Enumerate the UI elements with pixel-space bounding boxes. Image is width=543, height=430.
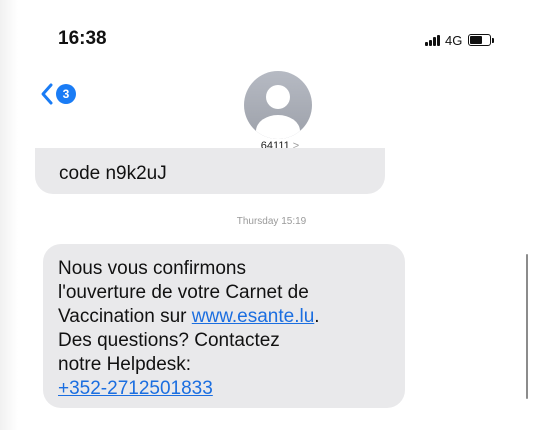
status-indicators: 4G — [425, 32, 495, 48]
message-bubble-confirmation[interactable]: Nous vous confirmons l'ouverture de votr… — [43, 244, 405, 408]
status-bar: 16:38 4G — [0, 0, 543, 70]
network-type: 4G — [445, 32, 463, 48]
contact-avatar[interactable] — [244, 71, 312, 139]
battery-icon — [468, 34, 495, 46]
message-text: code n9k2uJ — [59, 163, 167, 184]
phone-screen: 16:38 4G 3 64111 > code n9k2uJ Thursday 1… — [0, 0, 543, 430]
message-text: . — [314, 306, 320, 327]
website-link[interactable]: www.esante.lu — [192, 306, 315, 327]
message-text: Vaccination sur — [58, 306, 192, 327]
message-line: Des questions? Contactez — [58, 330, 280, 351]
message-line: Nous vous confirmons — [58, 258, 246, 279]
scrollbar[interactable] — [526, 254, 528, 399]
message-line: Vaccination sur www.esante.lu. — [58, 305, 391, 329]
phone-number-link[interactable]: +352-2712501833 — [58, 378, 213, 399]
message-timestamp: Thursday 15:19 — [236, 216, 307, 227]
message-bubble-partial[interactable]: code n9k2uJ — [35, 148, 385, 194]
person-icon — [256, 85, 300, 139]
back-button[interactable]: 3 — [40, 82, 76, 106]
unread-count-badge: 3 — [56, 84, 76, 104]
message-line: l'ouverture de votre Carnet de — [58, 282, 309, 303]
message-line: +352-2712501833 — [58, 377, 391, 401]
chevron-left-icon — [41, 83, 53, 105]
message-line: notre Helpdesk: — [58, 354, 192, 375]
status-time: 16:38 — [58, 28, 107, 49]
signal-icon — [425, 34, 441, 46]
